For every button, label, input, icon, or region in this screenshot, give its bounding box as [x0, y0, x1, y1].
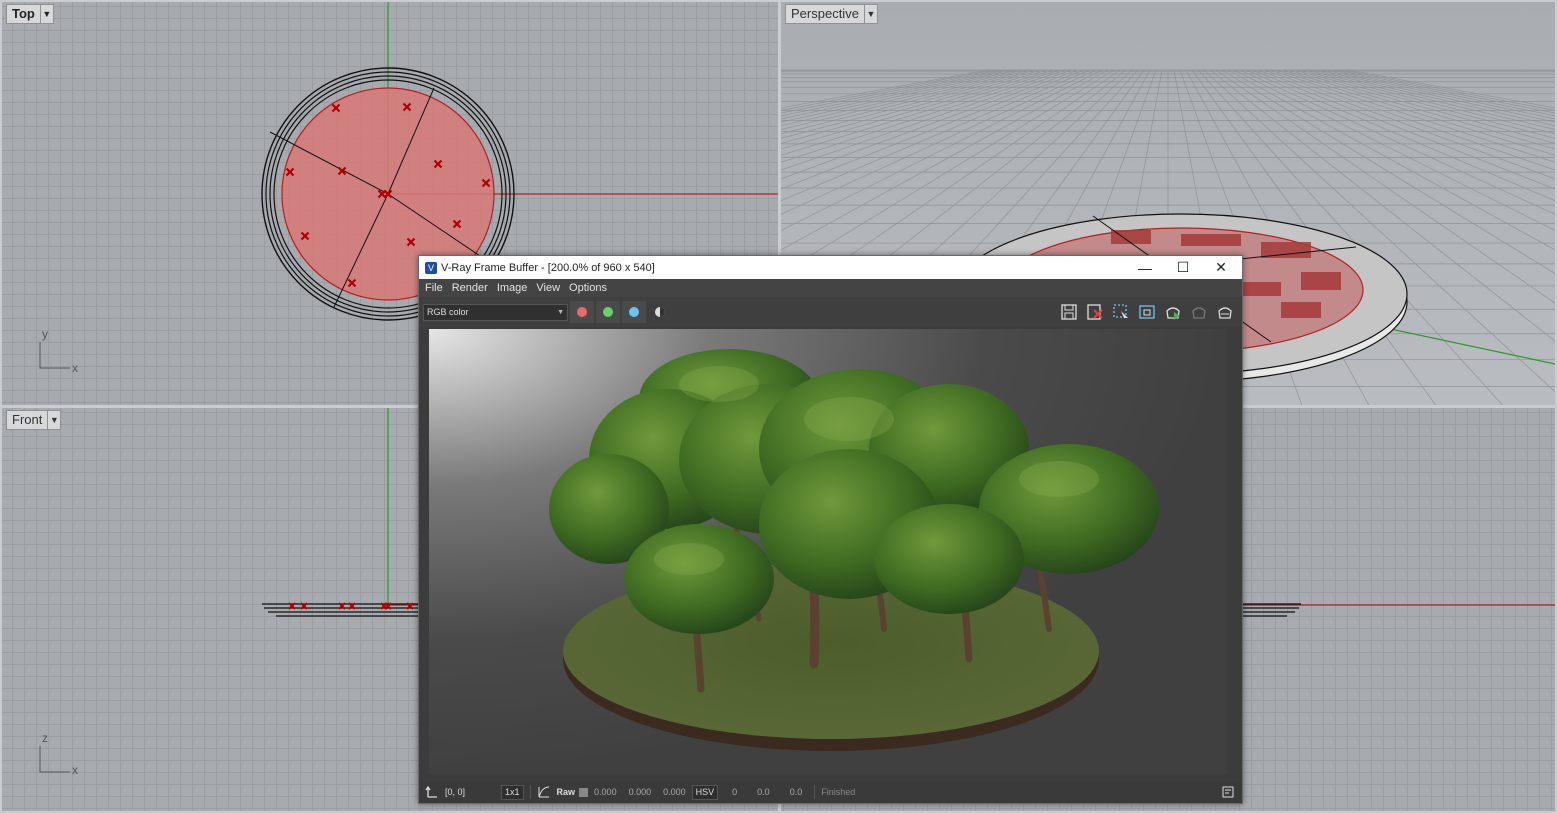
- color-mode-select[interactable]: HSV: [691, 784, 719, 800]
- menu-image[interactable]: Image: [497, 282, 528, 294]
- red-channel-button[interactable]: [570, 301, 594, 323]
- interactive-render-icon: [1192, 307, 1206, 319]
- green-channel-button[interactable]: [596, 301, 620, 323]
- vray-frame-buffer-window[interactable]: V V-Ray Frame Buffer - [200.0% of 960 x …: [418, 255, 1243, 804]
- render-button[interactable]: [1162, 301, 1184, 323]
- s-value: 0.0: [757, 787, 770, 797]
- viewport-label-front[interactable]: Front ▼: [6, 410, 62, 430]
- history-panel-icon[interactable]: [1222, 786, 1234, 798]
- viewport-menu-caret-icon[interactable]: ▼: [39, 5, 53, 23]
- channel-value: RGB color: [427, 306, 469, 317]
- axis-x-label: x: [72, 763, 78, 777]
- title-bar[interactable]: V V-Ray Frame Buffer - [200.0% of 960 x …: [419, 256, 1242, 279]
- viewport-menu-caret-icon[interactable]: ▼: [863, 5, 877, 23]
- viewport-menu-caret-icon[interactable]: ▼: [47, 411, 60, 429]
- blue-dot-icon: [629, 307, 639, 317]
- menu-render[interactable]: Render: [452, 282, 488, 294]
- minimize-button[interactable]: —: [1126, 256, 1164, 279]
- interactive-render-button[interactable]: [1188, 301, 1210, 323]
- alpha-icon: [655, 307, 665, 317]
- window-title: V-Ray Frame Buffer - [200.0% of 960 x 54…: [441, 261, 655, 274]
- red-dot-icon: [577, 307, 587, 317]
- clear-image-button[interactable]: [1084, 301, 1106, 323]
- channel-select[interactable]: RGB color ▼: [423, 303, 568, 321]
- pick-pixel-icon[interactable]: [425, 785, 439, 799]
- render-image[interactable]: [429, 329, 1227, 774]
- follow-mouse-icon: [1139, 305, 1155, 319]
- close-button[interactable]: ✕: [1202, 256, 1240, 279]
- rendered-forest-image: [429, 329, 1227, 774]
- blue-channel-button[interactable]: [622, 301, 646, 323]
- menu-bar: File Render Image View Options: [419, 279, 1242, 297]
- stop-render-icon: [1218, 307, 1232, 319]
- menu-view[interactable]: View: [536, 282, 560, 294]
- viewport-name[interactable]: Perspective: [786, 5, 864, 23]
- pixel-coords: [0, 0]: [445, 787, 466, 797]
- region-render-button[interactable]: [1110, 301, 1132, 323]
- stop-render-button[interactable]: [1214, 301, 1236, 323]
- raw-label: Raw: [556, 787, 576, 797]
- axis-x-label: x: [72, 361, 78, 375]
- render-teapot-icon: [1166, 307, 1180, 320]
- follow-mouse-button[interactable]: [1136, 301, 1158, 323]
- color-swatch: [579, 787, 589, 797]
- region-select-icon: [1113, 304, 1128, 318]
- chevron-down-icon: ▼: [557, 308, 564, 316]
- render-status: Finished: [821, 787, 856, 797]
- sample-size-select[interactable]: 1x1: [501, 784, 524, 800]
- viewport-label-perspective[interactable]: Perspective ▼: [785, 4, 878, 24]
- axis-z-label: z: [42, 731, 48, 745]
- viewport-name[interactable]: Front: [7, 411, 47, 429]
- status-bar: [0, 0] 1x1 Raw 0.000 0.000 0.000 HSV 0 0…: [419, 781, 1242, 803]
- viewport-label-top[interactable]: Top ▼: [6, 4, 54, 24]
- r-value: 0.000: [594, 787, 617, 797]
- vfb-toolbar: RGB color ▼: [419, 297, 1242, 327]
- curve-icon[interactable]: [537, 785, 551, 799]
- h-value: 0: [732, 787, 738, 797]
- save-image-button[interactable]: [1058, 301, 1080, 323]
- vray-logo-icon: V: [425, 261, 437, 274]
- menu-file[interactable]: File: [425, 282, 443, 294]
- b-value: 0.000: [663, 787, 686, 797]
- viewport-name[interactable]: Top: [7, 5, 40, 23]
- save-icon: [1061, 304, 1077, 320]
- axis-y-label: y: [42, 327, 48, 341]
- g-value: 0.000: [628, 787, 652, 797]
- green-dot-icon: [603, 307, 613, 317]
- clear-icon: [1087, 304, 1103, 320]
- maximize-button[interactable]: ☐: [1164, 256, 1202, 279]
- v-value: 0.0: [789, 787, 803, 797]
- alpha-channel-button[interactable]: [648, 301, 672, 323]
- menu-options[interactable]: Options: [569, 282, 607, 294]
